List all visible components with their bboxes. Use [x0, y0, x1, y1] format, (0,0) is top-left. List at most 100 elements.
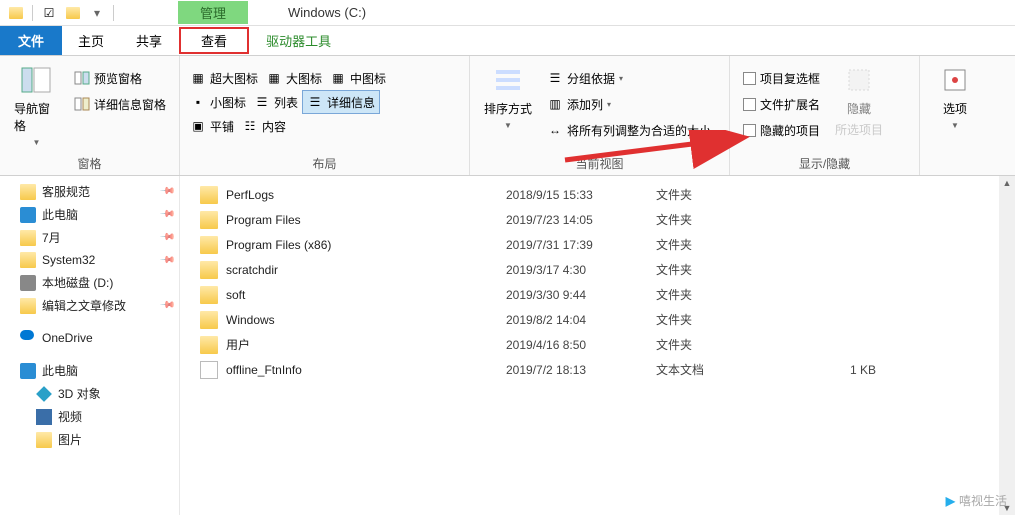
sidebar-item[interactable]: 编辑之文章修改 [0, 294, 179, 317]
content-area: 客服规范此电脑 7月 System32 本地磁盘 (D:)编辑之文章修改 OneDri… [0, 176, 1015, 515]
preview-pane-button[interactable]: 预览窗格 [70, 66, 170, 90]
drive-icon [20, 275, 36, 291]
sidebar-item-label: System32 [42, 253, 95, 267]
sidebar-item[interactable]: 7月 [0, 226, 179, 249]
cloud-icon [20, 330, 36, 346]
file-date: 2018/9/15 15:33 [506, 188, 656, 202]
qat-dropdown-icon[interactable]: ▾ [88, 4, 106, 22]
file-row[interactable]: scratchdir2019/3/17 4:30文件夹 [200, 257, 1015, 282]
tab-file[interactable]: 文件 [0, 26, 62, 55]
scroll-up-icon[interactable]: ▲ [1001, 176, 1014, 190]
file-row[interactable]: PerfLogs2018/9/15 15:33文件夹 [200, 182, 1015, 207]
window-title: Windows (C:) [288, 5, 366, 20]
sidebar-item-label: 7月 [42, 229, 61, 246]
medium-icon: ▦ [330, 70, 346, 86]
file-icon [200, 361, 218, 379]
sidebar-item-label: 3D 对象 [58, 385, 101, 402]
layout-large[interactable]: ▦大图标 [262, 66, 326, 90]
folder-qat-icon[interactable] [64, 4, 82, 22]
sidebar-item[interactable]: System32 [0, 249, 179, 271]
monitor-icon [20, 207, 36, 223]
file-name: PerfLogs [226, 188, 506, 202]
file-row[interactable]: Program Files (x86)2019/7/31 17:39文件夹 [200, 232, 1015, 257]
options-icon [939, 64, 971, 96]
details-icon: ☰ [307, 94, 323, 110]
sidebar-item[interactable]: 本地磁盘 (D:) [0, 271, 179, 294]
ribbon-group-options: 选项 ▼ [920, 56, 990, 175]
sort-by-icon [492, 64, 524, 96]
layout-content[interactable]: ☷内容 [238, 114, 290, 138]
sidebar-this-pc[interactable]: 此电脑 [0, 359, 179, 382]
tab-share[interactable]: 共享 [120, 26, 178, 55]
layout-details[interactable]: ☰详细信息 [302, 90, 380, 114]
checkbox-icon [743, 124, 756, 137]
extra-large-icon: ▦ [190, 70, 206, 86]
file-date: 2019/7/23 14:05 [506, 213, 656, 227]
layout-tiles[interactable]: ▣平铺 [186, 114, 238, 138]
file-row[interactable]: Program Files2019/7/23 14:05文件夹 [200, 207, 1015, 232]
tab-home[interactable]: 主页 [62, 26, 120, 55]
folder-icon [20, 230, 36, 246]
scrollbar-vertical[interactable]: ▲ ▼ [999, 176, 1015, 515]
file-row[interactable]: Windows2019/8/2 14:04文件夹 [200, 307, 1015, 332]
cube-icon [36, 386, 52, 402]
sidebar-item-label: 客服规范 [42, 183, 90, 200]
layout-small[interactable]: ▪小图标 [186, 90, 250, 114]
file-type: 文件夹 [656, 336, 776, 353]
size-all-columns-button[interactable]: ↔将所有列调整为合适的大小 [543, 118, 715, 142]
sidebar-onedrive[interactable]: OneDrive [0, 327, 179, 349]
group-by-button[interactable]: ☰分组依据▾ [543, 66, 715, 90]
contextual-tab-manage[interactable]: 管理 [178, 1, 248, 24]
add-columns-button[interactable]: ▥添加列▾ [543, 92, 715, 116]
file-type: 文件夹 [656, 311, 776, 328]
hidden-items-toggle[interactable]: 隐藏的项目 [739, 118, 824, 142]
add-columns-icon: ▥ [547, 96, 563, 112]
content-icon: ☷ [242, 118, 258, 134]
ribbon-group-show-hide: 项目复选框 文件扩展名 隐藏的项目 隐藏 所选项目 显示/隐藏 [730, 56, 920, 175]
sidebar-item-label: 图片 [58, 431, 82, 448]
tab-view[interactable]: 查看 [179, 27, 249, 54]
list-icon: ☰ [254, 94, 270, 110]
video-icon [36, 409, 52, 425]
folder-icon [20, 298, 36, 314]
hide-icon [843, 64, 875, 96]
navigation-sidebar[interactable]: 客服规范此电脑 7月 System32 本地磁盘 (D:)编辑之文章修改 OneDri… [0, 176, 180, 515]
sidebar-item[interactable]: 图片 [0, 428, 179, 451]
tab-drive-tools[interactable]: 驱动器工具 [250, 26, 347, 55]
hide-selected-button[interactable]: 隐藏 所选项目 [827, 60, 891, 142]
item-checkboxes-toggle[interactable]: 项目复选框 [739, 66, 824, 90]
file-row[interactable]: 用户2019/4/16 8:50文件夹 [200, 332, 1015, 357]
file-row[interactable]: soft2019/3/30 9:44文件夹 [200, 282, 1015, 307]
options-button[interactable]: 选项 ▼ [931, 60, 979, 134]
checkbox-qat-icon[interactable]: ☑ [40, 4, 58, 22]
nav-pane-label: 导航窗格 [14, 100, 59, 134]
layout-list[interactable]: ☰列表 [250, 90, 302, 114]
file-row[interactable]: offline_FtnInfo2019/7/2 18:13文本文档1 KB [200, 357, 1015, 382]
sidebar-item[interactable]: 视频 [0, 405, 179, 428]
ribbon-group-current-view: 排序方式 ▼ ☰分组依据▾ ▥添加列▾ ↔将所有列调整为合适的大小 当前视图 [470, 56, 730, 175]
details-pane-icon [74, 96, 90, 112]
file-date: 2019/3/17 4:30 [506, 263, 656, 277]
nav-pane-button[interactable]: 导航窗格 ▼ [6, 60, 67, 151]
sort-by-button[interactable]: 排序方式 ▼ [476, 60, 540, 134]
sidebar-item[interactable]: 3D 对象 [0, 382, 179, 405]
file-type: 文件夹 [656, 211, 776, 228]
details-pane-button[interactable]: 详细信息窗格 [70, 92, 170, 116]
file-type: 文本文档 [656, 361, 776, 378]
layout-extra-large[interactable]: ▦超大图标 [186, 66, 262, 90]
file-name: soft [226, 288, 506, 302]
folder-icon [20, 184, 36, 200]
file-date: 2019/7/31 17:39 [506, 238, 656, 252]
file-name: Windows [226, 313, 506, 327]
file-name: 用户 [226, 336, 506, 353]
sidebar-item[interactable]: 客服规范 [0, 180, 179, 203]
file-extensions-toggle[interactable]: 文件扩展名 [739, 92, 824, 116]
sidebar-item[interactable]: 此电脑 [0, 203, 179, 226]
file-date: 2019/7/2 18:13 [506, 363, 656, 377]
group-label-current-view: 当前视图 [476, 152, 723, 175]
layout-medium[interactable]: ▦中图标 [326, 66, 390, 90]
ribbon-tabs: 文件 主页 共享 查看 驱动器工具 [0, 26, 1015, 56]
folder-icon [7, 4, 25, 22]
file-date: 2019/3/30 9:44 [506, 288, 656, 302]
file-list[interactable]: PerfLogs2018/9/15 15:33文件夹Program Files2… [180, 176, 1015, 515]
